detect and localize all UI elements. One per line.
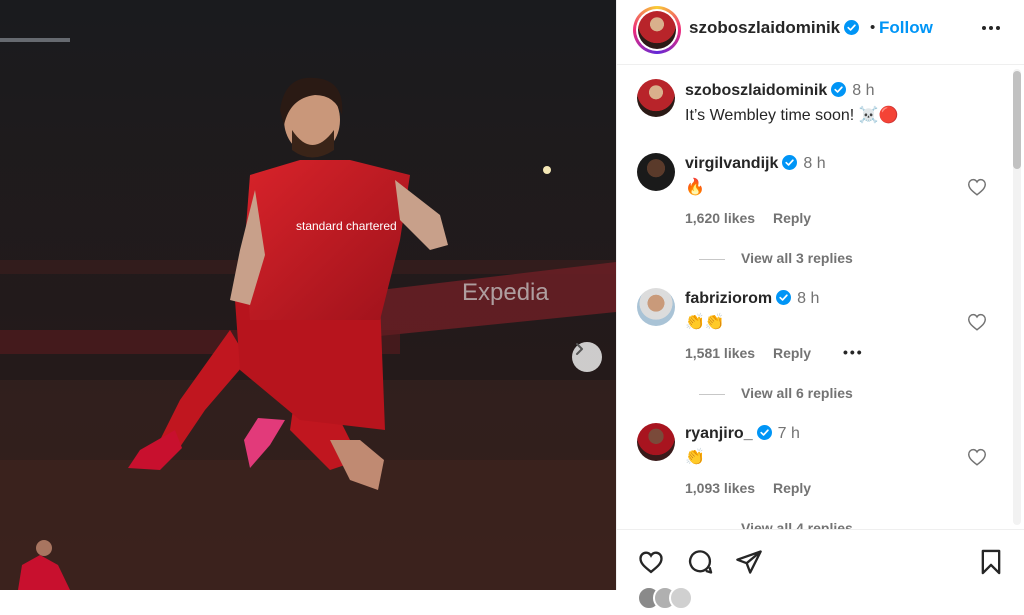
comment-likes-count[interactable]: 1,093 likes <box>685 480 755 496</box>
like-comment-heart-icon[interactable] <box>966 311 988 333</box>
author-username-link[interactable]: szoboszlaidominik <box>689 18 860 38</box>
post-actions-bar <box>617 529 1024 610</box>
verified-badge-icon <box>844 20 860 35</box>
post-header: szoboszlaidominik • Follow <box>617 0 1024 65</box>
comment-header: fabriziorom 8 h <box>685 290 819 308</box>
caption-time: 8 h <box>852 82 875 99</box>
comment-username[interactable]: ryanjiro_ <box>685 425 753 442</box>
comment-time: 7 h <box>777 425 800 442</box>
bookmark-icon[interactable] <box>977 548 1005 576</box>
comment-text: 👏👏 <box>685 314 725 331</box>
next-photo-button[interactable] <box>572 342 602 372</box>
caption-header: szoboszlaidominik 8 h <box>685 82 875 100</box>
verified-badge-icon <box>831 82 847 97</box>
comment-meta: 1,581 likes Reply <box>685 345 811 361</box>
comments-scrollbar[interactable] <box>1011 67 1021 527</box>
caption-username[interactable]: szoboszlaidominik <box>685 82 827 99</box>
reply-button[interactable]: Reply <box>773 345 811 361</box>
post-side-panel: szoboszlaidominik • Follow szoboszlaidom… <box>616 0 1024 610</box>
view-replies-button[interactable]: View all 4 replies <box>699 520 853 529</box>
author-avatar[interactable] <box>633 6 681 54</box>
comment-avatar[interactable] <box>637 288 675 326</box>
comment-options-button[interactable]: ••• <box>843 344 864 360</box>
billboard-text: Expedia <box>462 279 549 306</box>
header-separator: • <box>870 19 876 36</box>
post-photo[interactable]: Expedia standard chartered <box>0 0 616 590</box>
comment-avatar[interactable] <box>637 423 675 461</box>
comment-likes-count[interactable]: 1,581 likes <box>685 345 755 361</box>
comment-time: 8 h <box>803 155 826 172</box>
reply-button[interactable]: Reply <box>773 210 811 226</box>
verified-badge-icon <box>782 155 798 170</box>
comment-meta: 1,620 likes Reply <box>685 210 811 226</box>
verified-badge-icon <box>756 425 772 440</box>
comment-likes-count[interactable]: 1,620 likes <box>685 210 755 226</box>
scrollbar-thumb[interactable] <box>1013 71 1021 169</box>
like-comment-heart-icon[interactable] <box>966 446 988 468</box>
liker-avatars[interactable] <box>637 586 693 610</box>
comment-text: 🔥 <box>685 179 705 196</box>
comments-list[interactable]: szoboszlaidominik 8 h It’s Wembley time s… <box>617 65 1013 529</box>
view-replies-button[interactable]: View all 6 replies <box>699 385 853 401</box>
comment-header: virgilvandijk 8 h <box>685 155 826 173</box>
comment-time: 8 h <box>797 290 820 307</box>
chevron-right-icon <box>576 343 583 355</box>
view-replies-label: View all 6 replies <box>741 385 853 401</box>
sponsor-text: standard chartered <box>296 219 397 233</box>
comment-meta: 1,093 likes Reply <box>685 480 811 496</box>
caption-avatar[interactable] <box>637 79 675 117</box>
reply-button[interactable]: Reply <box>773 480 811 496</box>
caption-text: It’s Wembley time soon! ☠️🔴 <box>685 107 899 124</box>
comment-header: ryanjiro_ 7 h <box>685 425 800 443</box>
like-comment-heart-icon[interactable] <box>966 176 988 198</box>
view-replies-label: View all 4 replies <box>741 520 853 529</box>
more-options-icon[interactable] <box>979 16 1003 40</box>
comment-username[interactable]: virgilvandijk <box>685 155 778 172</box>
view-replies-button[interactable]: View all 3 replies <box>699 250 853 266</box>
comment-icon[interactable] <box>686 548 714 576</box>
view-replies-label: View all 3 replies <box>741 250 853 266</box>
follow-button[interactable]: Follow <box>879 18 933 38</box>
share-icon[interactable] <box>735 548 763 576</box>
comment-username[interactable]: fabriziorom <box>685 290 772 307</box>
heart-icon[interactable] <box>637 548 665 576</box>
author-username[interactable]: szoboszlaidominik <box>689 18 840 37</box>
verified-badge-icon <box>776 290 792 305</box>
comment-text: 👏 <box>685 449 705 466</box>
photo-scene: Expedia standard chartered <box>0 0 616 590</box>
comment-avatar[interactable] <box>637 153 675 191</box>
